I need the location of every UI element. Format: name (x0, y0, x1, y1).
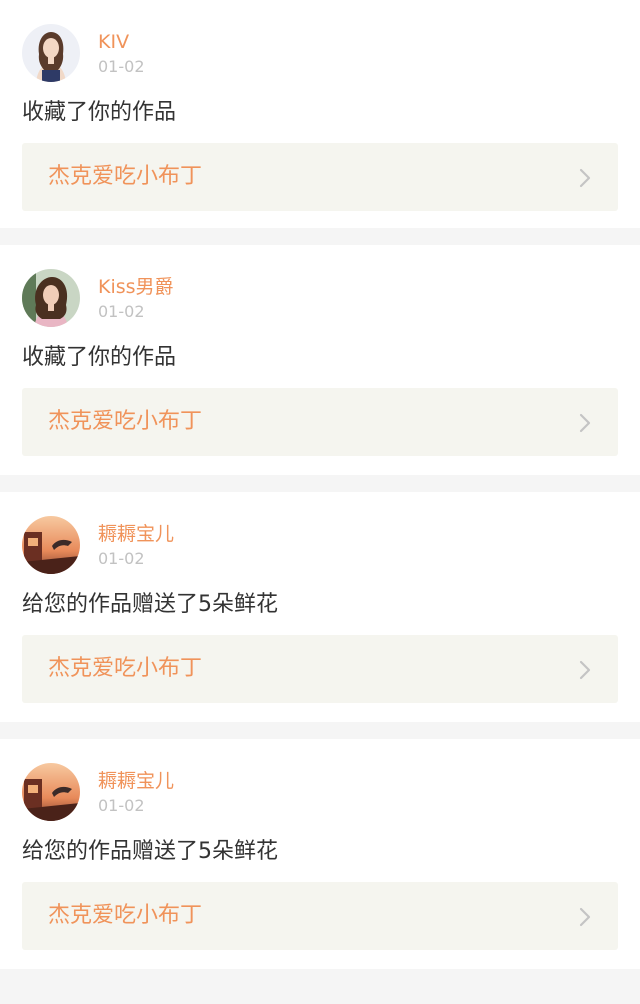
notification-card: 耨耨宝儿 01-02 给您的作品赠送了5朵鲜花 杰克爱吃小布丁 (0, 492, 640, 722)
notification-card: KIV 01-02 收藏了你的作品 杰克爱吃小布丁 (0, 0, 640, 228)
notification-action-text: 给您的作品赠送了5朵鲜花 (22, 592, 278, 617)
sunset-scene-avatar-icon (22, 763, 80, 821)
user-avatar[interactable] (22, 269, 80, 327)
user-name[interactable]: KIV (98, 30, 129, 54)
chevron-right-icon (578, 659, 592, 681)
user-name[interactable]: 耨耨宝儿 (98, 769, 174, 793)
user-name[interactable]: 耨耨宝儿 (98, 522, 174, 546)
notification-date: 01-02 (98, 57, 145, 76)
chevron-right-icon (578, 167, 592, 189)
sunset-scene-avatar-icon (22, 516, 80, 574)
woman-portrait-avatar-icon (22, 24, 80, 82)
notification-date: 01-02 (98, 302, 145, 321)
user-name[interactable]: Kiss男爵 (98, 275, 174, 299)
notification-card: Kiss男爵 01-02 收藏了你的作品 杰克爱吃小布丁 (0, 245, 640, 475)
work-title: 杰克爱吃小布丁 (48, 656, 203, 681)
notification-card: 耨耨宝儿 01-02 给您的作品赠送了5朵鲜花 杰克爱吃小布丁 (0, 739, 640, 969)
work-link[interactable]: 杰克爱吃小布丁 (22, 143, 618, 211)
user-avatar[interactable] (22, 24, 80, 82)
notification-action-text: 给您的作品赠送了5朵鲜花 (22, 839, 278, 864)
work-title: 杰克爱吃小布丁 (48, 903, 203, 928)
notification-date: 01-02 (98, 796, 145, 815)
work-title: 杰克爱吃小布丁 (48, 164, 203, 189)
user-avatar[interactable] (22, 516, 80, 574)
chevron-right-icon (578, 906, 592, 928)
notification-feed: KIV 01-02 收藏了你的作品 杰克爱吃小布丁 Kiss男爵 01-02 收… (0, 0, 640, 969)
notification-date: 01-02 (98, 549, 145, 568)
girl-portrait-avatar-icon (22, 269, 80, 327)
notification-action-text: 收藏了你的作品 (22, 100, 177, 125)
work-link[interactable]: 杰克爱吃小布丁 (22, 635, 618, 703)
work-link[interactable]: 杰克爱吃小布丁 (22, 882, 618, 950)
work-link[interactable]: 杰克爱吃小布丁 (22, 388, 618, 456)
user-avatar[interactable] (22, 763, 80, 821)
chevron-right-icon (578, 412, 592, 434)
work-title: 杰克爱吃小布丁 (48, 409, 203, 434)
notification-action-text: 收藏了你的作品 (22, 345, 177, 370)
